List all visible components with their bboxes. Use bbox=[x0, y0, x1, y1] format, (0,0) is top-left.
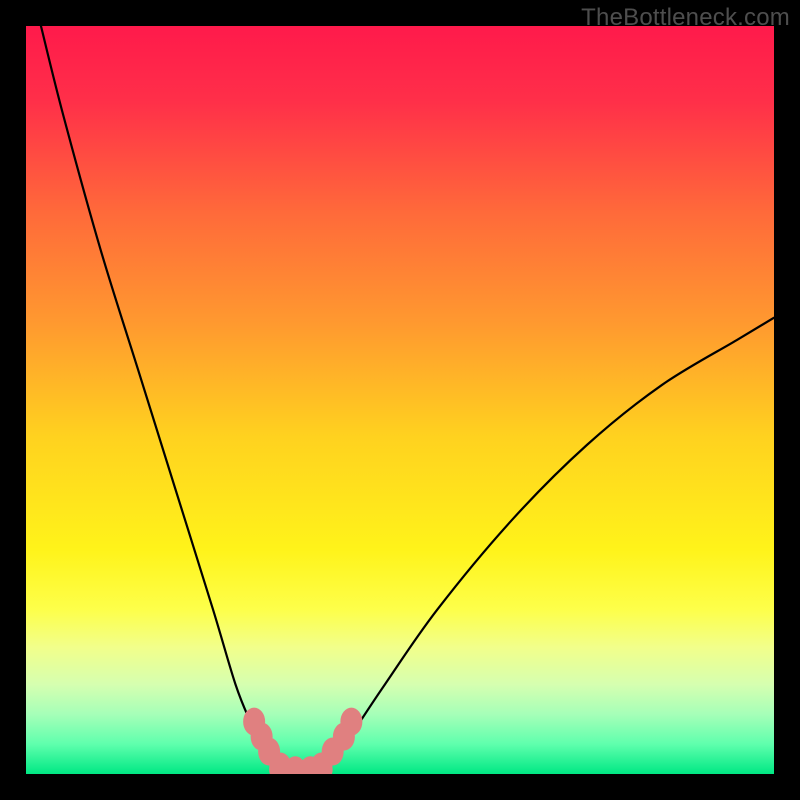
highlight-marker bbox=[340, 708, 362, 736]
chart-frame: TheBottleneck.com bbox=[0, 0, 800, 800]
plot-area bbox=[26, 26, 774, 774]
plot-svg bbox=[26, 26, 774, 774]
